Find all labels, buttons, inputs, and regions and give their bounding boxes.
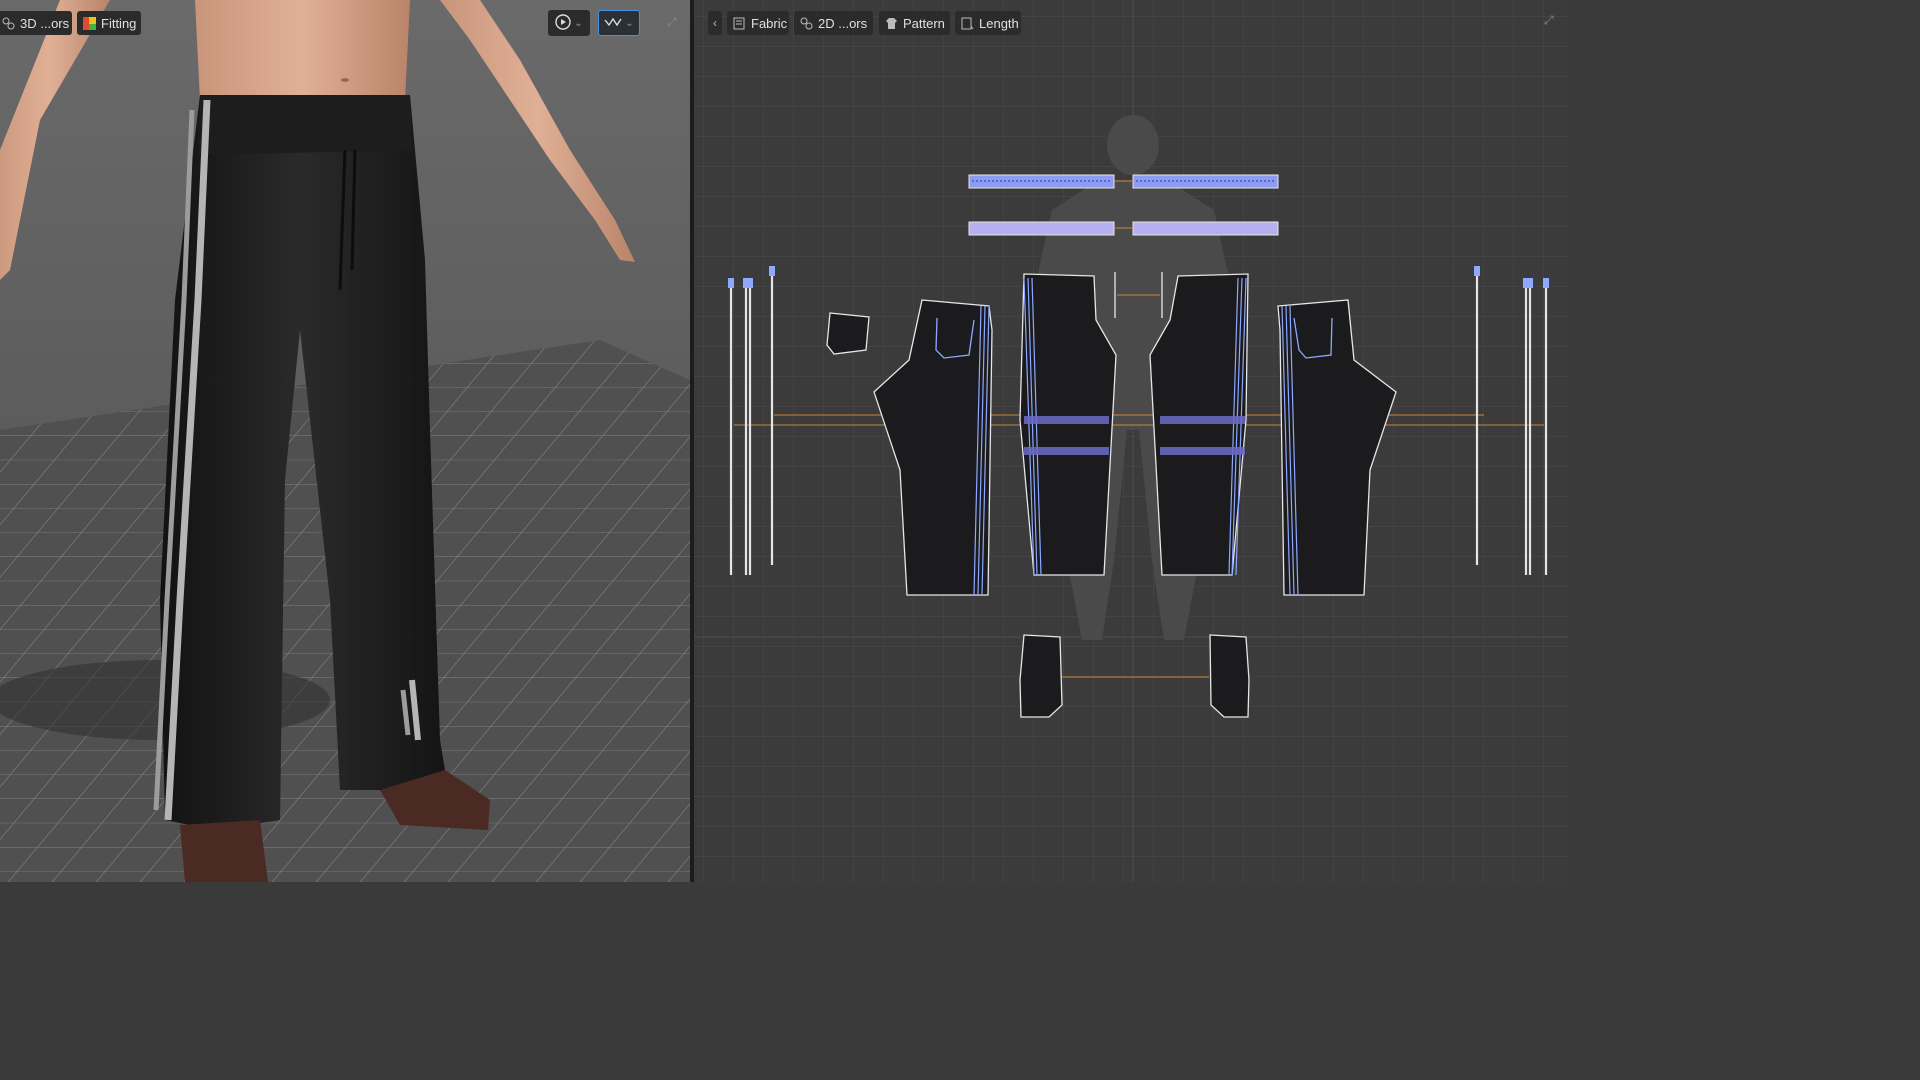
viewport-3d[interactable]: 3D ...ors Fitting ⌄ ⌄ ⤢ — [0, 0, 690, 882]
simulation-play-button[interactable]: ⌄ — [548, 10, 590, 36]
pocket-bag-right-piece[interactable] — [1209, 634, 1250, 718]
pocket-bag-left-piece[interactable] — [1019, 634, 1063, 718]
fitting-icon — [83, 16, 96, 30]
play-icon — [555, 13, 571, 33]
colorway-icon — [800, 17, 813, 30]
shirt-icon — [885, 17, 898, 30]
pattern-canvas[interactable] — [694, 0, 1568, 882]
chevron-down-icon: ⌄ — [574, 17, 583, 29]
3d-scene[interactable] — [0, 0, 690, 882]
fitting-label: Fitting — [101, 15, 137, 31]
front-left-pant-piece[interactable] — [873, 299, 993, 596]
fabric-button[interactable]: Fabric — [727, 11, 789, 35]
pattern-label: Pattern — [903, 15, 945, 31]
expand-icon[interactable]: ⤢ — [1544, 14, 1556, 26]
fabric-label: Fabric — [751, 15, 788, 31]
length-button[interactable]: Length — [955, 11, 1021, 35]
navel — [341, 78, 349, 82]
left-shoe — [180, 820, 268, 882]
2d-colorway-button[interactable]: 2D ...ors — [794, 11, 873, 35]
viewport-2d[interactable]: ‹ Fabric 2D ...ors Pattern Length ⤢ — [694, 0, 1568, 882]
front-right-pant-piece[interactable] — [1277, 299, 1397, 596]
display-mode-button[interactable]: ⌄ — [598, 10, 640, 36]
waistband — [198, 95, 412, 155]
right-arm — [440, 0, 635, 262]
ruler-icon — [961, 17, 974, 30]
torso — [195, 0, 410, 100]
2d-colorway-label: 2D ...ors — [818, 15, 868, 31]
colorway-icon — [2, 17, 15, 30]
length-label: Length — [979, 15, 1019, 31]
fitting-button[interactable]: Fitting — [77, 11, 141, 35]
collapse-panel-button[interactable]: ‹ — [708, 11, 722, 35]
display-mode-icon — [604, 16, 622, 31]
3d-colorway-button[interactable]: 3D ...ors — [0, 11, 72, 35]
fabric-icon — [733, 17, 746, 30]
back-pocket-piece[interactable] — [826, 312, 870, 355]
chevron-down-icon: ⌄ — [625, 17, 634, 29]
chevron-left-icon: ‹ — [713, 16, 717, 30]
left-arm — [0, 0, 110, 280]
3d-colorway-label: 3D ...ors — [20, 15, 70, 31]
expand-icon[interactable]: ⤢ — [667, 16, 679, 28]
pattern-button[interactable]: Pattern — [879, 11, 950, 35]
